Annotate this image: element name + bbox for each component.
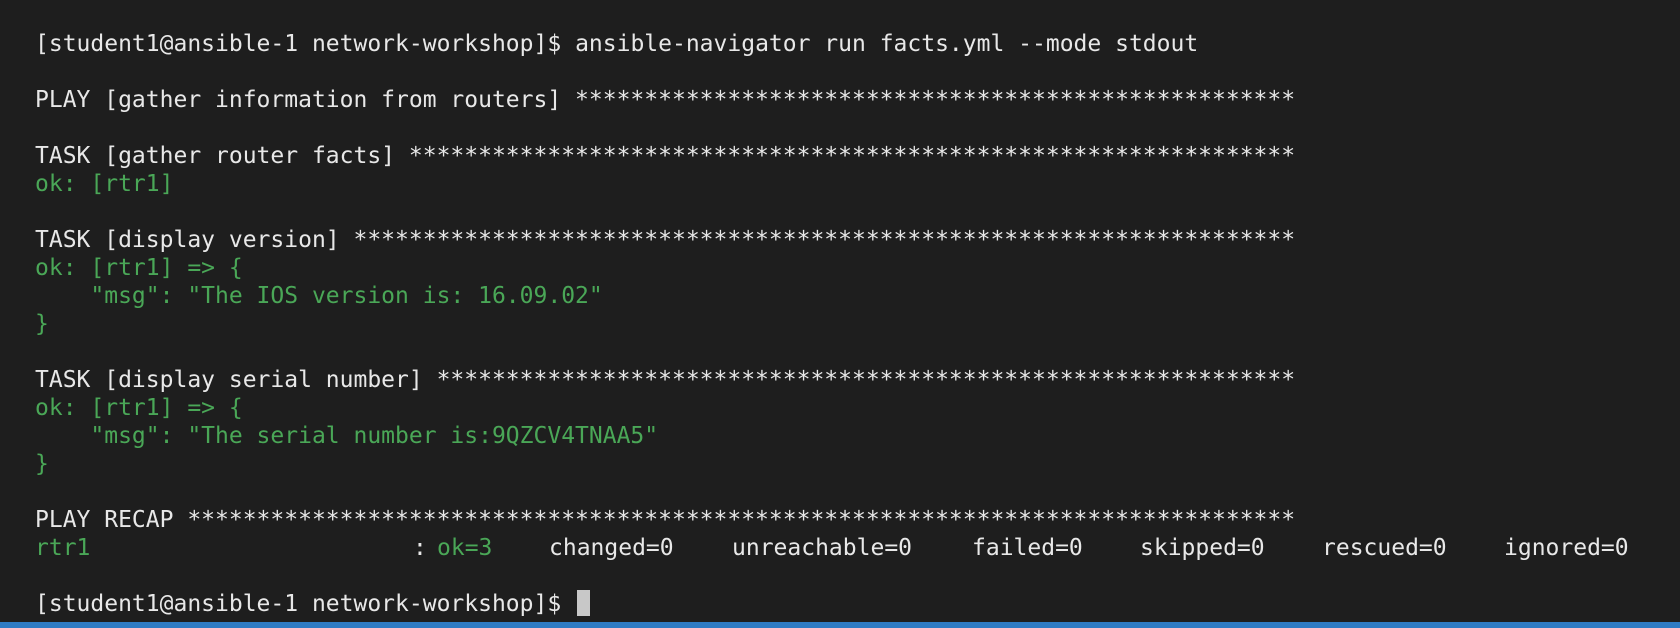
recap-failed: failed=0 bbox=[972, 535, 1083, 561]
task-result-serial-close: } bbox=[35, 451, 49, 477]
recap-rescued: rescued=0 bbox=[1322, 535, 1447, 561]
text-cursor bbox=[577, 590, 591, 616]
play-recap-row: rtr1: ok=3 changed=0 unreachable=0 failed=0 s… bbox=[35, 534, 1680, 562]
command-text: ansible-navigator run facts.yml --mode s… bbox=[575, 31, 1199, 57]
terminal-window[interactable]: [student1@ansible-1 network-workshop]$ a… bbox=[0, 0, 1680, 628]
recap-ignored: ignored=0 bbox=[1504, 535, 1629, 561]
command-line: [student1@ansible-1 network-workshop]$ a… bbox=[35, 30, 1680, 58]
status-bar bbox=[0, 622, 1680, 628]
task-result-version-open: ok: [rtr1] => { bbox=[35, 255, 243, 281]
task-header-display-version: TASK [display version] *****************… bbox=[35, 227, 1296, 253]
task-result-serial-open: ok: [rtr1] => { bbox=[35, 395, 243, 421]
current-prompt-line[interactable]: [student1@ansible-1 network-workshop]$ bbox=[35, 590, 1680, 618]
task-result-serial-msg: "msg": "The serial number is:9QZCV4TNAA5… bbox=[35, 423, 659, 449]
task-result-version-close: } bbox=[35, 311, 49, 337]
task-result-version-msg: "msg": "The IOS version is: 16.09.02" bbox=[35, 283, 603, 309]
recap-host: rtr1 bbox=[35, 535, 91, 561]
play-recap-header: PLAY RECAP *****************************… bbox=[35, 507, 1296, 533]
recap-separator: : bbox=[413, 535, 427, 561]
shell-prompt: [student1@ansible-1 network-workshop]$ bbox=[35, 31, 562, 57]
shell-prompt: [student1@ansible-1 network-workshop]$ bbox=[35, 591, 562, 617]
recap-unreachable: unreachable=0 bbox=[732, 535, 913, 561]
task-result-gather-facts: ok: [rtr1] bbox=[35, 171, 174, 197]
task-header-display-serial: TASK [display serial number] ***********… bbox=[35, 367, 1296, 393]
recap-ok: ok=3 bbox=[437, 535, 493, 561]
recap-skipped: skipped=0 bbox=[1140, 535, 1265, 561]
recap-changed: changed=0 bbox=[549, 535, 674, 561]
play-header: PLAY [gather information from routers] *… bbox=[35, 87, 1296, 113]
task-header-gather-facts: TASK [gather router facts] *************… bbox=[35, 143, 1296, 169]
